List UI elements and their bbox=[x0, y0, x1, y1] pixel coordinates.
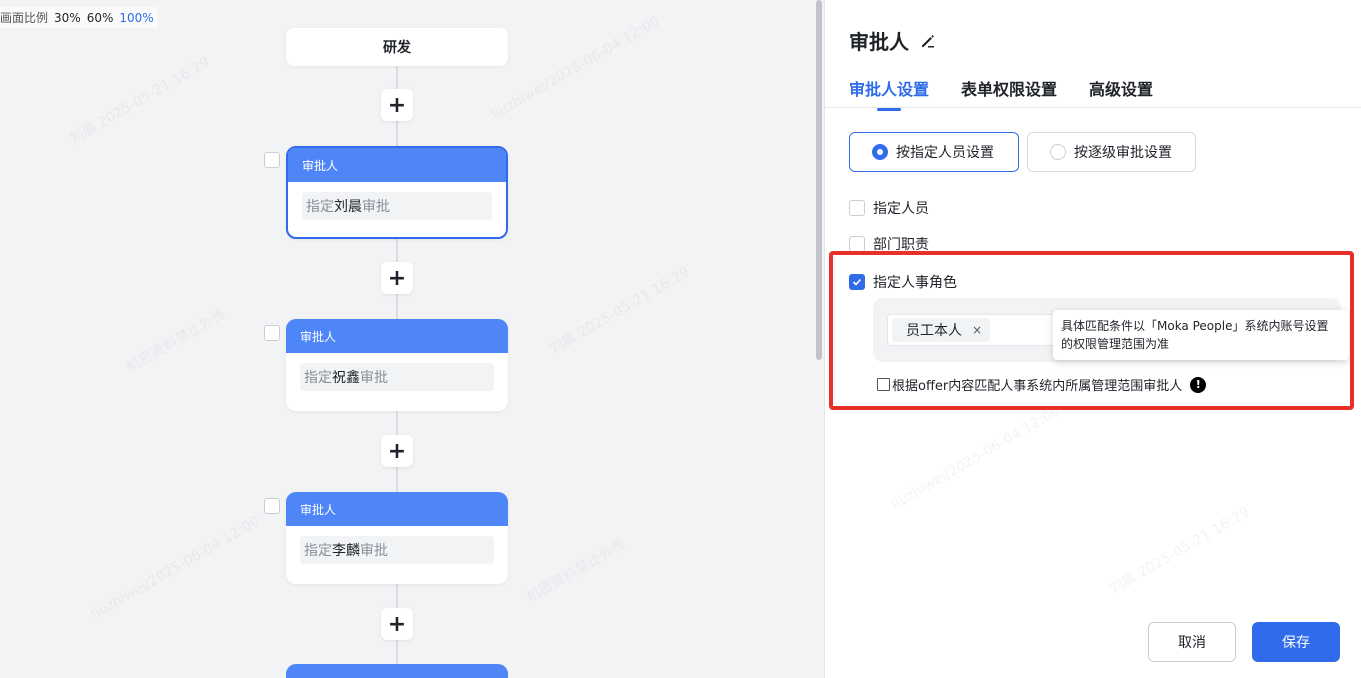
start-node[interactable]: 研发 bbox=[286, 28, 508, 66]
mode-option-label: 按逐级审批设置 bbox=[1074, 145, 1172, 161]
option-label: 指定人员 bbox=[873, 201, 929, 217]
approver-name: 李麟 bbox=[332, 543, 360, 559]
checkbox-unchecked-icon[interactable] bbox=[849, 200, 865, 216]
settings-tabs: 审批人设置 表单权限设置 高级设置 bbox=[849, 76, 1153, 111]
approver-suffix: 审批 bbox=[360, 370, 388, 386]
offer-match-option[interactable]: 根据offer内容匹配人事系统内所属管理范围审批人 ! bbox=[877, 375, 1207, 394]
approver-node[interactable]: 审批人 指定 刘晨 审批 bbox=[286, 146, 508, 239]
flow-canvas[interactable]: 画面比例 30% 60% 100% 研发 + 审批人 指定 刘晨 审批 + 审批人 … bbox=[0, 0, 824, 678]
add-node-button[interactable]: + bbox=[381, 435, 413, 467]
option-label: 部门职责 bbox=[873, 237, 929, 253]
approver-node-body: 指定 祝鑫 审批 bbox=[300, 363, 494, 391]
approver-node[interactable]: 审批人 指定 祝鑫 审批 bbox=[286, 319, 508, 411]
approver-node-body: 指定 李麟 审批 bbox=[300, 536, 494, 564]
zoom-option-100[interactable]: 100% bbox=[119, 11, 153, 25]
approver-prefix: 指定 bbox=[304, 543, 332, 559]
warning-icon[interactable]: ! bbox=[1190, 376, 1207, 393]
offer-option-label: 根据offer内容匹配人事系统内所属管理范围审批人 bbox=[892, 379, 1183, 394]
node-select-checkbox[interactable] bbox=[264, 325, 280, 341]
save-button[interactable]: 保存 bbox=[1252, 622, 1340, 662]
option-specified-person[interactable]: 指定人员 bbox=[849, 198, 929, 218]
tooltip: 具体匹配条件以「Moka People」系统内账号设置 的权限管理范围为准 bbox=[1053, 310, 1349, 360]
role-tag: 员工本人 × bbox=[892, 318, 991, 342]
approver-suffix: 审批 bbox=[360, 543, 388, 559]
tab-advanced-settings[interactable]: 高级设置 bbox=[1089, 76, 1153, 110]
approver-suffix: 审批 bbox=[362, 199, 390, 215]
tabs-divider bbox=[825, 107, 1361, 108]
approver-settings-panel: 审批人 审批人设置 表单权限设置 高级设置 按指定人员设置 按逐级审批设置 指定… bbox=[824, 0, 1361, 678]
mode-option-specified[interactable]: 按指定人员设置 bbox=[849, 132, 1019, 172]
approver-node-header: 审批人 bbox=[286, 492, 508, 526]
panel-title: 审批人 bbox=[849, 30, 909, 54]
checkbox-unchecked-icon[interactable] bbox=[877, 378, 890, 391]
panel-title-row: 审批人 bbox=[849, 26, 937, 55]
approver-prefix: 指定 bbox=[304, 370, 332, 386]
tooltip-line: 具体匹配条件以「Moka People」系统内账号设置 bbox=[1061, 319, 1329, 333]
approver-node-partial[interactable] bbox=[286, 664, 508, 678]
checkbox-checked-icon[interactable] bbox=[849, 274, 865, 290]
radio-checked-icon bbox=[872, 144, 888, 160]
cancel-button[interactable]: 取消 bbox=[1148, 622, 1236, 662]
zoom-label: 画面比例 bbox=[0, 11, 49, 25]
add-node-button[interactable]: + bbox=[381, 262, 413, 294]
zoom-option-60[interactable]: 60% bbox=[87, 11, 114, 25]
tab-approver-settings[interactable]: 审批人设置 bbox=[849, 76, 929, 111]
approver-prefix: 指定 bbox=[306, 199, 334, 215]
radio-unchecked-icon bbox=[1050, 144, 1066, 160]
edit-pencil-icon[interactable] bbox=[919, 32, 937, 50]
approver-node[interactable]: 审批人 指定 李麟 审批 bbox=[286, 492, 508, 584]
mode-option-level[interactable]: 按逐级审批设置 bbox=[1027, 132, 1196, 172]
approver-node-header: 审批人 bbox=[288, 148, 506, 182]
canvas-scrollbar-thumb[interactable] bbox=[816, 0, 822, 360]
role-tag-label: 员工本人 bbox=[906, 323, 962, 339]
zoom-option-30[interactable]: 30% bbox=[54, 11, 81, 25]
tab-form-permission[interactable]: 表单权限设置 bbox=[961, 76, 1057, 110]
option-hr-role[interactable]: 指定人事角色 bbox=[849, 272, 957, 292]
add-node-button[interactable]: + bbox=[381, 608, 413, 640]
node-select-checkbox[interactable] bbox=[264, 498, 280, 514]
checkbox-unchecked-icon[interactable] bbox=[849, 236, 865, 252]
zoom-bar: 画面比例 30% 60% 100% bbox=[0, 7, 158, 28]
node-select-checkbox[interactable] bbox=[264, 152, 280, 168]
approver-name: 刘晨 bbox=[334, 199, 362, 215]
approver-name: 祝鑫 bbox=[332, 370, 360, 386]
approver-node-body: 指定 刘晨 审批 bbox=[302, 192, 492, 220]
tooltip-line: 的权限管理范围为准 bbox=[1061, 337, 1170, 351]
approver-node-header: 审批人 bbox=[286, 319, 508, 353]
option-department-duty[interactable]: 部门职责 bbox=[849, 234, 929, 254]
tag-close-icon[interactable]: × bbox=[972, 323, 982, 337]
option-label: 指定人事角色 bbox=[873, 275, 957, 291]
add-node-button[interactable]: + bbox=[381, 89, 413, 121]
mode-option-label: 按指定人员设置 bbox=[896, 145, 994, 161]
